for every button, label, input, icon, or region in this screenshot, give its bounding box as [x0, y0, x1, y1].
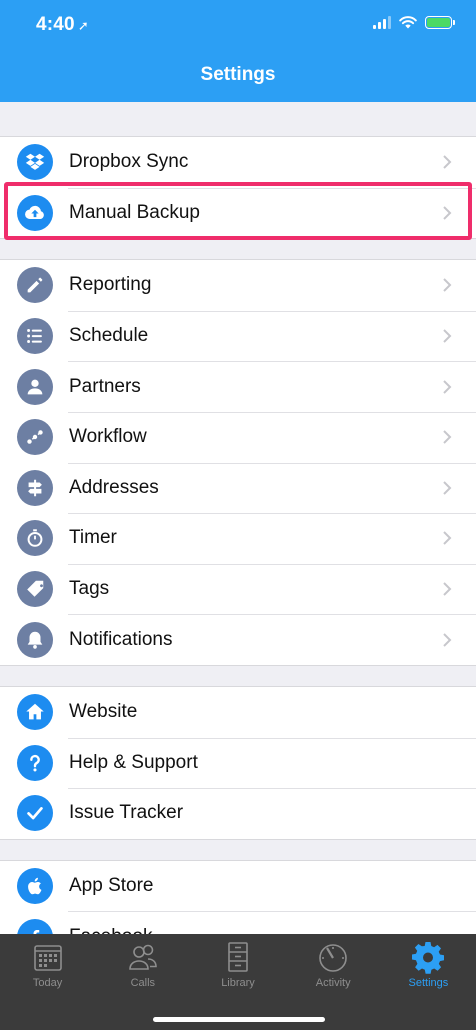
settings-group-support: Website Help & Support Issue Tracker [0, 685, 476, 840]
people-icon [128, 944, 157, 970]
gauge-icon [319, 944, 348, 972]
chevron-right-icon [440, 379, 454, 394]
tab-calls[interactable]: Calls [95, 934, 190, 1000]
chevron-right-icon [440, 155, 454, 170]
signpost-icon [17, 469, 53, 506]
row-label: Dropbox Sync [69, 151, 189, 173]
status-indicators [373, 16, 455, 29]
cellular-signal-icon [373, 16, 391, 29]
row-label: Issue Tracker [69, 802, 184, 824]
home-indicator [153, 1017, 325, 1022]
row-timer[interactable]: Timer [0, 513, 476, 564]
tab-settings[interactable]: Settings [381, 934, 476, 1000]
header: 4:40 ➚ Settings [0, 0, 476, 102]
settings-group-general: Reporting Schedule Partners Workflow Add… [0, 259, 476, 666]
row-tags[interactable]: Tags [0, 563, 476, 615]
workflow-icon [17, 419, 53, 456]
question-icon [17, 744, 53, 781]
time-text: 4:40 [36, 14, 75, 35]
row-label: Help & Support [69, 751, 198, 773]
row-addresses[interactable]: Addresses [0, 462, 476, 514]
row-partners[interactable]: Partners [0, 361, 476, 412]
chevron-right-icon [440, 430, 454, 444]
home-icon [17, 694, 53, 731]
row-label: Workflow [69, 426, 147, 448]
chevron-right-icon [440, 632, 454, 647]
list-icon [17, 318, 53, 355]
row-label: App Store [69, 875, 154, 897]
tab-library[interactable]: Library [190, 934, 285, 1000]
row-label: Addresses [69, 476, 159, 498]
apple-icon [17, 868, 53, 905]
row-workflow[interactable]: Workflow [0, 411, 476, 463]
tab-label: Today [32, 977, 63, 989]
tab-activity[interactable]: Activity [286, 934, 381, 1000]
chevron-right-icon [440, 329, 454, 343]
calendar-icon [33, 945, 62, 971]
tab-label: Calls [130, 977, 156, 989]
cabinet-icon [228, 942, 248, 972]
tab-label: Activity [315, 977, 351, 989]
battery-icon [425, 16, 455, 29]
row-label: Tags [69, 578, 110, 600]
wifi-icon [399, 16, 417, 29]
row-issue-tracker[interactable]: Issue Tracker [0, 788, 476, 839]
status-time: 4:40 ➚ [36, 14, 89, 36]
row-help-support[interactable]: Help & Support [0, 737, 476, 789]
row-schedule[interactable]: Schedule [0, 310, 476, 362]
highlight-box [4, 182, 472, 240]
row-label: Partners [69, 375, 141, 397]
tag-icon [17, 571, 53, 608]
tab-bar: Today Calls Library Activity Settings [0, 934, 476, 1030]
row-label: Reporting [69, 274, 152, 296]
row-label: Notifications [69, 628, 173, 650]
row-dropbox-sync[interactable]: Dropbox Sync [0, 137, 476, 188]
stopwatch-icon [17, 520, 53, 557]
row-website[interactable]: Website [0, 687, 476, 738]
chevron-right-icon [440, 278, 454, 293]
chevron-right-icon [440, 582, 454, 596]
row-label: Schedule [69, 325, 149, 347]
tab-today[interactable]: Today [0, 934, 95, 1000]
dropbox-icon [17, 144, 53, 181]
person-icon [17, 368, 53, 405]
checkmark-icon [17, 795, 53, 832]
page-title: Settings [200, 64, 276, 85]
tab-label: Library [221, 977, 255, 989]
chevron-right-icon [440, 531, 454, 546]
tab-label: Settings [408, 977, 449, 989]
chevron-right-icon [440, 481, 454, 495]
row-label: Timer [69, 527, 117, 549]
location-arrow-icon: ➚ [77, 18, 89, 33]
row-notifications[interactable]: Notifications [0, 614, 476, 665]
row-reporting[interactable]: Reporting [0, 260, 476, 311]
row-label: Website [69, 701, 138, 723]
row-app-store[interactable]: App Store [0, 861, 476, 912]
bell-icon [17, 621, 53, 658]
gear-icon [412, 942, 445, 974]
pencil-icon [17, 267, 53, 304]
